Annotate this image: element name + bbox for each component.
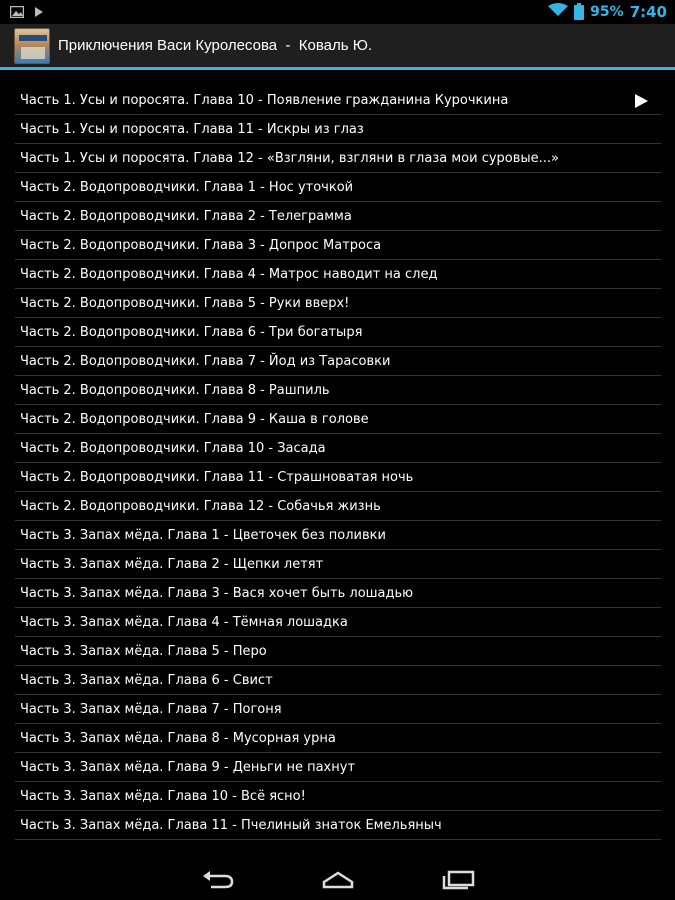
chapter-item[interactable]: Часть 1. Усы и поросята. Глава 12 - «Взг…: [15, 144, 661, 173]
chapter-title: Часть 3. Запах мёда. Глава 9 - Деньги не…: [20, 759, 356, 775]
status-bar: 95% 7:40: [0, 0, 675, 24]
page-title: Приключения Васи Куролесова - Коваль Ю.: [58, 37, 373, 54]
chapter-item[interactable]: Часть 3. Запах мёда. Глава 1 - Цветочек …: [15, 521, 661, 550]
play-store-icon: [34, 3, 44, 22]
chapter-title: Часть 3. Запах мёда. Глава 5 - Перо: [20, 643, 267, 659]
app-icon[interactable]: [14, 27, 50, 64]
back-icon: [202, 870, 233, 888]
chapter-item[interactable]: Часть 2. Водопроводчики. Глава 11 - Стра…: [15, 463, 661, 492]
battery-percent: 95%: [590, 4, 624, 20]
chapter-item[interactable]: Часть 3. Запах мёда. Глава 3 - Вася хоче…: [15, 579, 661, 608]
chapter-item[interactable]: Часть 3. Запах мёда. Глава 4 - Тёмная ло…: [15, 608, 661, 637]
recent-apps-button[interactable]: [438, 865, 478, 895]
navigation-bar: [0, 859, 675, 900]
chapter-item[interactable]: Часть 2. Водопроводчики. Глава 10 - Заса…: [15, 434, 661, 463]
chapter-item[interactable]: Часть 3. Запах мёда. Глава 9 - Деньги не…: [15, 753, 661, 782]
chapter-title: Часть 2. Водопроводчики. Глава 2 - Телег…: [20, 208, 352, 224]
chapter-title: Часть 2. Водопроводчики. Глава 7 - Йод и…: [20, 353, 391, 369]
chapter-title: Часть 2. Водопроводчики. Глава 11 - Стра…: [20, 469, 414, 485]
chapter-item[interactable]: Часть 2. Водопроводчики. Глава 2 - Телег…: [15, 202, 661, 231]
chapter-item[interactable]: Часть 3. Запах мёда. Глава 7 - Погоня: [15, 695, 661, 724]
chapter-title: Часть 3. Запах мёда. Глава 4 - Тёмная ло…: [20, 614, 348, 630]
chapter-item[interactable]: Часть 2. Водопроводчики. Глава 7 - Йод и…: [15, 347, 661, 376]
chapter-title: Часть 1. Усы и поросята. Глава 12 - «Взг…: [20, 150, 560, 166]
back-button[interactable]: [198, 865, 238, 895]
chapter-item[interactable]: Часть 2. Водопроводчики. Глава 8 - Рашпи…: [15, 376, 661, 405]
wifi-icon: [548, 3, 569, 21]
chapter-title: Часть 3. Запах мёда. Глава 6 - Свист: [20, 672, 273, 688]
chapter-title: Часть 3. Запах мёда. Глава 11 - Пчелиный…: [20, 817, 442, 833]
action-bar: Приключения Васи Куролесова - Коваль Ю.: [0, 24, 675, 70]
chapter-title: Часть 2. Водопроводчики. Глава 6 - Три б…: [20, 324, 363, 340]
chapter-item[interactable]: Часть 3. Запах мёда. Глава 6 - Свист: [15, 666, 661, 695]
home-icon: [322, 871, 353, 888]
app-root: 95% 7:40 Приключения Васи Куролесова - К…: [0, 0, 675, 900]
chapter-item[interactable]: Часть 2. Водопроводчики. Глава 9 - Каша …: [15, 405, 661, 434]
chapter-item[interactable]: Часть 3. Запах мёда. Глава 2 - Щепки лет…: [15, 550, 661, 579]
chapter-title: Часть 2. Водопроводчики. Глава 1 - Нос у…: [20, 179, 354, 195]
chapter-title: Часть 2. Водопроводчики. Глава 3 - Допро…: [20, 237, 382, 253]
battery-icon: [574, 2, 585, 20]
chapter-item[interactable]: Часть 2. Водопроводчики. Глава 6 - Три б…: [15, 318, 661, 347]
chapter-title: Часть 2. Водопроводчики. Глава 10 - Заса…: [20, 440, 326, 456]
chapter-title: Часть 3. Запах мёда. Глава 2 - Щепки лет…: [20, 556, 324, 572]
chapter-title: Часть 2. Водопроводчики. Глава 4 - Матро…: [20, 266, 438, 282]
chapter-item[interactable]: Часть 2. Водопроводчики. Глава 3 - Допро…: [15, 231, 661, 260]
chapter-title: Часть 3. Запах мёда. Глава 3 - Вася хоче…: [20, 585, 414, 601]
home-button[interactable]: [318, 865, 358, 895]
chapter-item[interactable]: Часть 2. Водопроводчики. Глава 1 - Нос у…: [15, 173, 661, 202]
chapter-item[interactable]: Часть 2. Водопроводчики. Глава 12 - Соба…: [15, 492, 661, 521]
clock: 7:40: [629, 3, 667, 21]
chapter-item[interactable]: Часть 2. Водопроводчики. Глава 4 - Матро…: [15, 260, 661, 289]
chapter-item[interactable]: Часть 3. Запах мёда. Глава 8 - Мусорная …: [15, 724, 661, 753]
chapter-title: Часть 3. Запах мёда. Глава 8 - Мусорная …: [20, 730, 336, 746]
chapter-title: Часть 2. Водопроводчики. Глава 9 - Каша …: [20, 411, 369, 427]
chapter-item[interactable]: Часть 3. Запах мёда. Глава 11 - Пчелиный…: [15, 811, 661, 840]
chapter-list: Часть 1. Усы и поросята. Глава 10 - Появ…: [15, 86, 661, 840]
chapter-title: Часть 3. Запах мёда. Глава 1 - Цветочек …: [20, 527, 386, 543]
gallery-icon: [9, 3, 25, 22]
chapter-item[interactable]: Часть 3. Запах мёда. Глава 10 - Всё ясно…: [15, 782, 661, 811]
chapter-item[interactable]: Часть 3. Запах мёда. Глава 5 - Перо: [15, 637, 661, 666]
chapter-title: Часть 2. Водопроводчики. Глава 12 - Соба…: [20, 498, 381, 514]
play-icon[interactable]: [633, 93, 649, 109]
chapter-title: Часть 3. Запах мёда. Глава 7 - Погоня: [20, 701, 282, 717]
chapter-title: Часть 2. Водопроводчики. Глава 8 - Рашпи…: [20, 382, 330, 398]
chapter-title: Часть 3. Запах мёда. Глава 10 - Всё ясно…: [20, 788, 306, 804]
recent-apps-icon: [442, 870, 474, 889]
chapter-item[interactable]: Часть 1. Усы и поросята. Глава 11 - Искр…: [15, 115, 661, 144]
chapter-title: Часть 1. Усы и поросята. Глава 10 - Появ…: [20, 92, 509, 108]
chapter-title: Часть 2. Водопроводчики. Глава 5 - Руки …: [20, 295, 350, 311]
chapter-item[interactable]: Часть 2. Водопроводчики. Глава 5 - Руки …: [15, 289, 661, 318]
chapter-item[interactable]: Часть 1. Усы и поросята. Глава 10 - Появ…: [15, 86, 661, 115]
chapter-title: Часть 1. Усы и поросята. Глава 11 - Искр…: [20, 121, 364, 137]
